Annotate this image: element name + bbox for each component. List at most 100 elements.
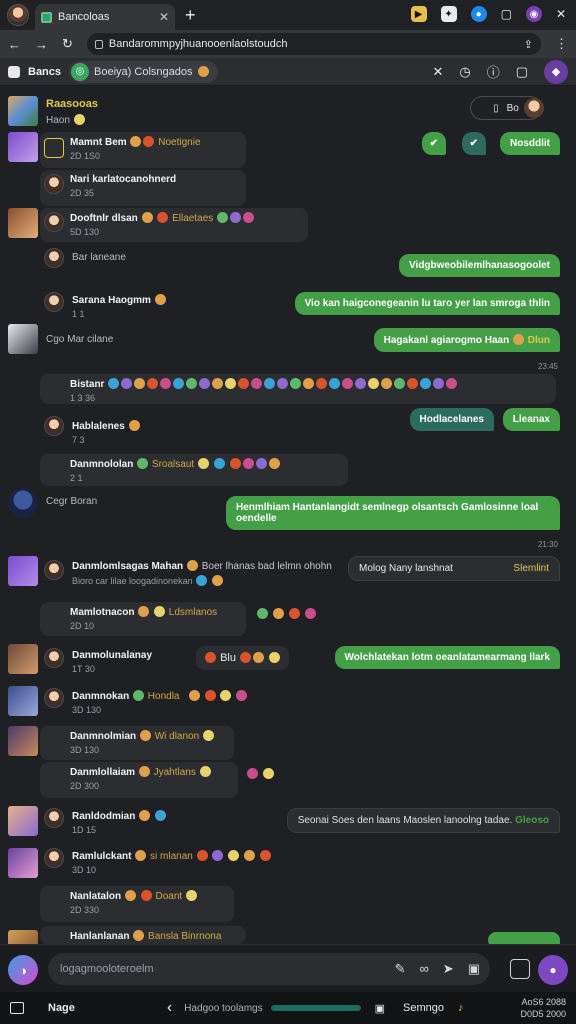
quick-reply-chip[interactable]: ✔ xyxy=(421,132,446,155)
bottom-nav-right-label[interactable]: Semngo xyxy=(403,1002,444,1014)
reaction-row[interactable] xyxy=(256,608,317,620)
message-thumbnail[interactable] xyxy=(8,132,38,162)
window-restore-icon[interactable]: ▢ xyxy=(501,7,512,21)
channel-menu-button[interactable]: ◆ xyxy=(544,59,568,84)
link-icon[interactable]: ∞ xyxy=(420,961,429,977)
avatar[interactable] xyxy=(44,848,64,868)
reload-icon[interactable]: ↻ xyxy=(62,36,73,52)
message-body[interactable]: Sarana Haogmm 1 1 xyxy=(72,294,167,319)
back-icon[interactable]: ← xyxy=(8,37,21,52)
message-bubble[interactable]: Danmnololan Sroalsaut 2 1 xyxy=(40,454,348,486)
avatar[interactable] xyxy=(44,212,64,232)
home-icon[interactable] xyxy=(10,1002,24,1014)
channel-pill[interactable]: ◎ Boeiya) Colsngados xyxy=(69,60,219,83)
url-field[interactable]: Bandarommpyjhuanooenlaolstoudch ⇪ xyxy=(86,33,541,55)
outgoing-bubble[interactable] xyxy=(488,932,560,944)
progress-bar xyxy=(270,1005,361,1011)
outgoing-bubble[interactable]: Hagakanl agiarogmo Haan Dlun xyxy=(373,328,560,352)
message-thumbnail[interactable] xyxy=(8,686,38,716)
emoji-icon xyxy=(133,930,145,941)
emoji-icon xyxy=(137,458,149,469)
message-feed[interactable]: Raasooas Haon ▯ Bo Mamnt Bem Noetignie 2… xyxy=(0,86,576,944)
quick-reply-chip[interactable]: ✔ xyxy=(461,132,486,155)
pinned-avatar[interactable] xyxy=(524,98,544,118)
avatar[interactable] xyxy=(44,688,64,708)
avatar[interactable] xyxy=(44,248,64,268)
image-icon[interactable]: ▣ xyxy=(468,961,480,977)
browser-tab[interactable]: Bancoloas ✕ xyxy=(35,4,175,30)
message-badge: Jyahtlans xyxy=(153,767,196,778)
message-bubble[interactable]: Mamnt Bem Noetignie 2D 1S0 xyxy=(40,132,246,168)
emoji-icon xyxy=(257,608,268,619)
message-bubble[interactable]: Danmlollaiam Jyahtlans 2D 300 xyxy=(40,762,238,798)
forward-icon[interactable]: → xyxy=(35,37,48,52)
message-body[interactable]: Hablalenes 7 3 xyxy=(72,420,141,445)
share-icon[interactable]: ⇪ xyxy=(524,38,533,51)
message-bubble[interactable]: Nari karlatocanohnerd 2D 35 xyxy=(40,170,246,206)
camera-icon[interactable]: ▣ xyxy=(375,1002,385,1015)
message-thumbnail[interactable] xyxy=(8,726,38,756)
menu-icon[interactable]: ⋮ xyxy=(555,36,568,52)
avatar[interactable] xyxy=(44,648,64,668)
message-thumbnail[interactable] xyxy=(8,488,38,518)
message-thumbnail[interactable] xyxy=(8,644,38,674)
send-arrow-icon[interactable]: ➤ xyxy=(443,961,454,977)
emoji-icon xyxy=(202,730,214,741)
message-thumbnail[interactable] xyxy=(8,208,38,238)
outgoing-bubble[interactable]: Wolchlatekan lotm oeanlatamearmang llark xyxy=(334,646,560,669)
outgoing-bubble[interactable]: Henmlhiam Hantanlangidt semlnegp olsants… xyxy=(226,496,560,530)
send-button[interactable]: ● xyxy=(538,955,568,985)
outgoing-bubble[interactable]: Vidgbweobilemlhanasogoolet xyxy=(399,254,560,277)
extension-blue-icon[interactable]: ● xyxy=(470,6,487,22)
window-close-icon[interactable]: ✕ xyxy=(556,7,566,21)
message-thumbnail[interactable] xyxy=(8,556,38,586)
message-bubble[interactable]: Hanlanlanan Bansla Binrnona xyxy=(40,926,246,944)
back-arrow-icon[interactable]: ‹ xyxy=(167,999,172,1017)
new-tab-icon[interactable]: + xyxy=(185,5,196,26)
message-thumbnail[interactable] xyxy=(8,930,38,944)
close-icon[interactable]: ✕ xyxy=(432,64,443,80)
avatar[interactable] xyxy=(44,808,64,828)
tab-close-icon[interactable]: ✕ xyxy=(159,10,169,24)
message-body[interactable]: Danmnokan Hondla 3D 130 xyxy=(72,690,248,715)
profile-avatar[interactable] xyxy=(7,4,29,26)
channel-name[interactable]: Bancs xyxy=(28,66,61,78)
message-thumbnail[interactable] xyxy=(8,806,38,836)
outgoing-bubble[interactable]: Seonai Soes den laans Maoslen lanoolng t… xyxy=(286,808,560,833)
outgoing-bubble[interactable]: Nosddlit xyxy=(500,132,560,155)
outgoing-bubble[interactable]: Hodlacelanes xyxy=(409,408,494,431)
sticker-icon[interactable] xyxy=(510,959,530,979)
message-body[interactable]: Danmlomlsagas Mahan Boer lhanas bad lelm… xyxy=(72,560,348,586)
info-icon[interactable]: ⓘ xyxy=(487,62,500,81)
avatar[interactable] xyxy=(44,416,64,436)
extension-icon[interactable]: ▶ xyxy=(410,6,427,22)
avatar[interactable] xyxy=(44,560,64,580)
avatar[interactable] xyxy=(44,292,64,312)
message-bubble[interactable]: Nanlatalon Doant 2D 330 xyxy=(40,886,234,922)
reaction-row[interactable] xyxy=(246,768,275,780)
outgoing-bubble[interactable]: Lleanax xyxy=(502,408,560,431)
profile-icon[interactable]: ◉ xyxy=(525,6,542,22)
message-bubble[interactable]: Dooftnlr dlsan Ellaetaes 5D 130 xyxy=(40,208,308,242)
message-thumbnail[interactable] xyxy=(8,848,38,878)
bell-icon[interactable]: ♪ xyxy=(458,1002,464,1014)
message-body[interactable]: Ranldodmian 1D 15 xyxy=(72,810,167,835)
message-thumbnail[interactable] xyxy=(8,324,38,354)
attach-button[interactable]: ◑ xyxy=(8,955,38,985)
bottom-nav-label[interactable]: Nage xyxy=(48,1002,75,1014)
pen-icon[interactable]: ✎ xyxy=(395,961,406,977)
emoji-icon xyxy=(229,458,241,469)
pinned-thumbnail[interactable] xyxy=(8,96,38,126)
avatar[interactable] xyxy=(44,174,64,194)
message-body[interactable]: Ramlulckant si mlanan 3D 10 xyxy=(72,850,272,875)
message-bubble[interactable]: Danmnolmian Wi dlanon 3D 130 xyxy=(40,726,234,760)
message-body[interactable]: Danmolunalanay 1T 30 xyxy=(72,650,152,674)
outgoing-bubble[interactable]: Molog Nany lanshnat Slemlint xyxy=(348,556,560,581)
message-bubble[interactable]: Mamlotnacon Ldsmlanos 2D 10 xyxy=(40,602,246,636)
message-bubble[interactable]: Bistanr 1 3 36 xyxy=(40,374,556,404)
square-icon[interactable]: ▢ xyxy=(516,64,528,80)
reaction-row[interactable]: Blu xyxy=(196,646,290,670)
outgoing-bubble[interactable]: Vio kan haigconegeanin lu taro yer lan s… xyxy=(294,292,560,315)
extension-puzzle-icon[interactable]: ✦ xyxy=(440,6,457,22)
clock-icon[interactable]: ◷ xyxy=(459,64,470,80)
